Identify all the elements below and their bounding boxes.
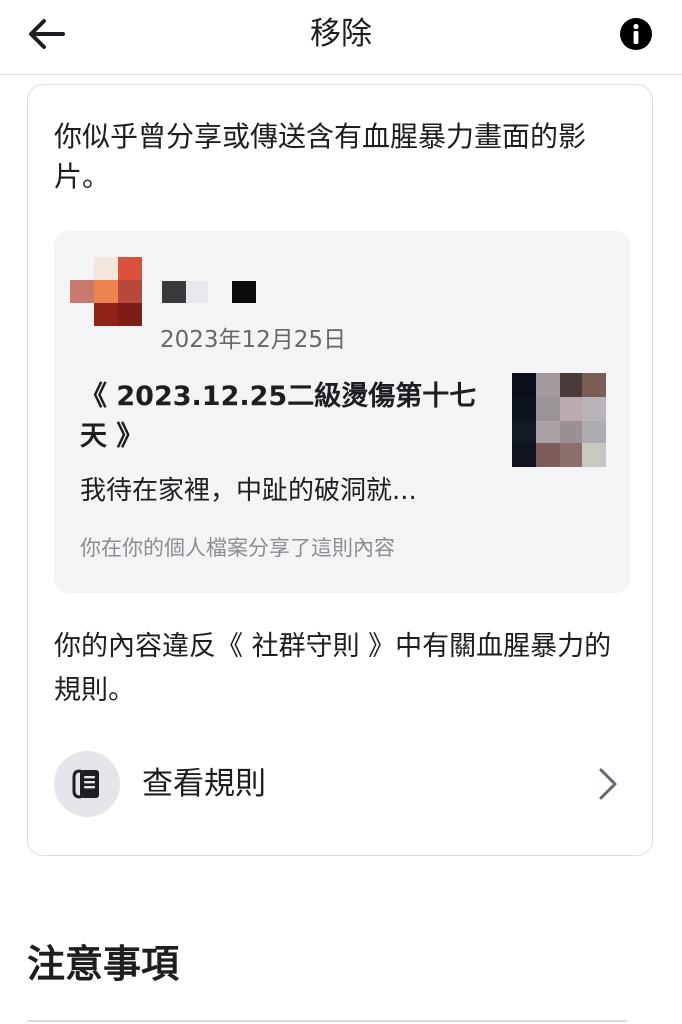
page-title: 移除 [310,16,372,52]
view-rules-label: 查看規則 [142,766,266,802]
author-name-redacted [162,281,256,305]
info-icon [620,18,652,50]
post-excerpt: 我待在家裡，中趾的破洞就... [80,476,417,506]
info-button[interactable] [616,14,656,54]
post-thumbnail [512,373,606,467]
view-rules-button[interactable]: 查看規則 [54,749,626,819]
removal-notice-screen: 移除 你似乎曾分享或傳送含有血腥暴力畫面的影片。 2023年12月25日 《 2… [0,0,682,1024]
rules-book-icon [72,769,99,799]
removal-reason-text: 你似乎曾分享或傳送含有血腥暴力畫面的影片。 [54,120,587,193]
rules-icon-container [54,751,120,817]
divider [27,1020,627,1022]
notes-section-heading: 注意事項 [27,942,180,986]
violation-text: 你的內容違反《 社群守則 》中有關血腥暴力的規則。 [54,631,612,706]
top-bar: 移除 [0,0,682,75]
removed-post-preview[interactable]: 2023年12月25日 《 2023.12.25二級燙傷第十七天 》 我待在家裡… [54,231,630,593]
chevron-right-icon [594,767,622,801]
arrow-left-icon [29,19,65,49]
removal-card: 你似乎曾分享或傳送含有血腥暴力畫面的影片。 2023年12月25日 《 2023… [27,84,653,856]
back-button[interactable] [22,12,70,56]
avatar [70,257,142,327]
post-date: 2023年12月25日 [160,327,347,353]
shared-location-note: 你在你的個人檔案分享了這則內容 [80,536,395,560]
post-title: 《 2023.12.25二級燙傷第十七天 》 [80,381,477,452]
